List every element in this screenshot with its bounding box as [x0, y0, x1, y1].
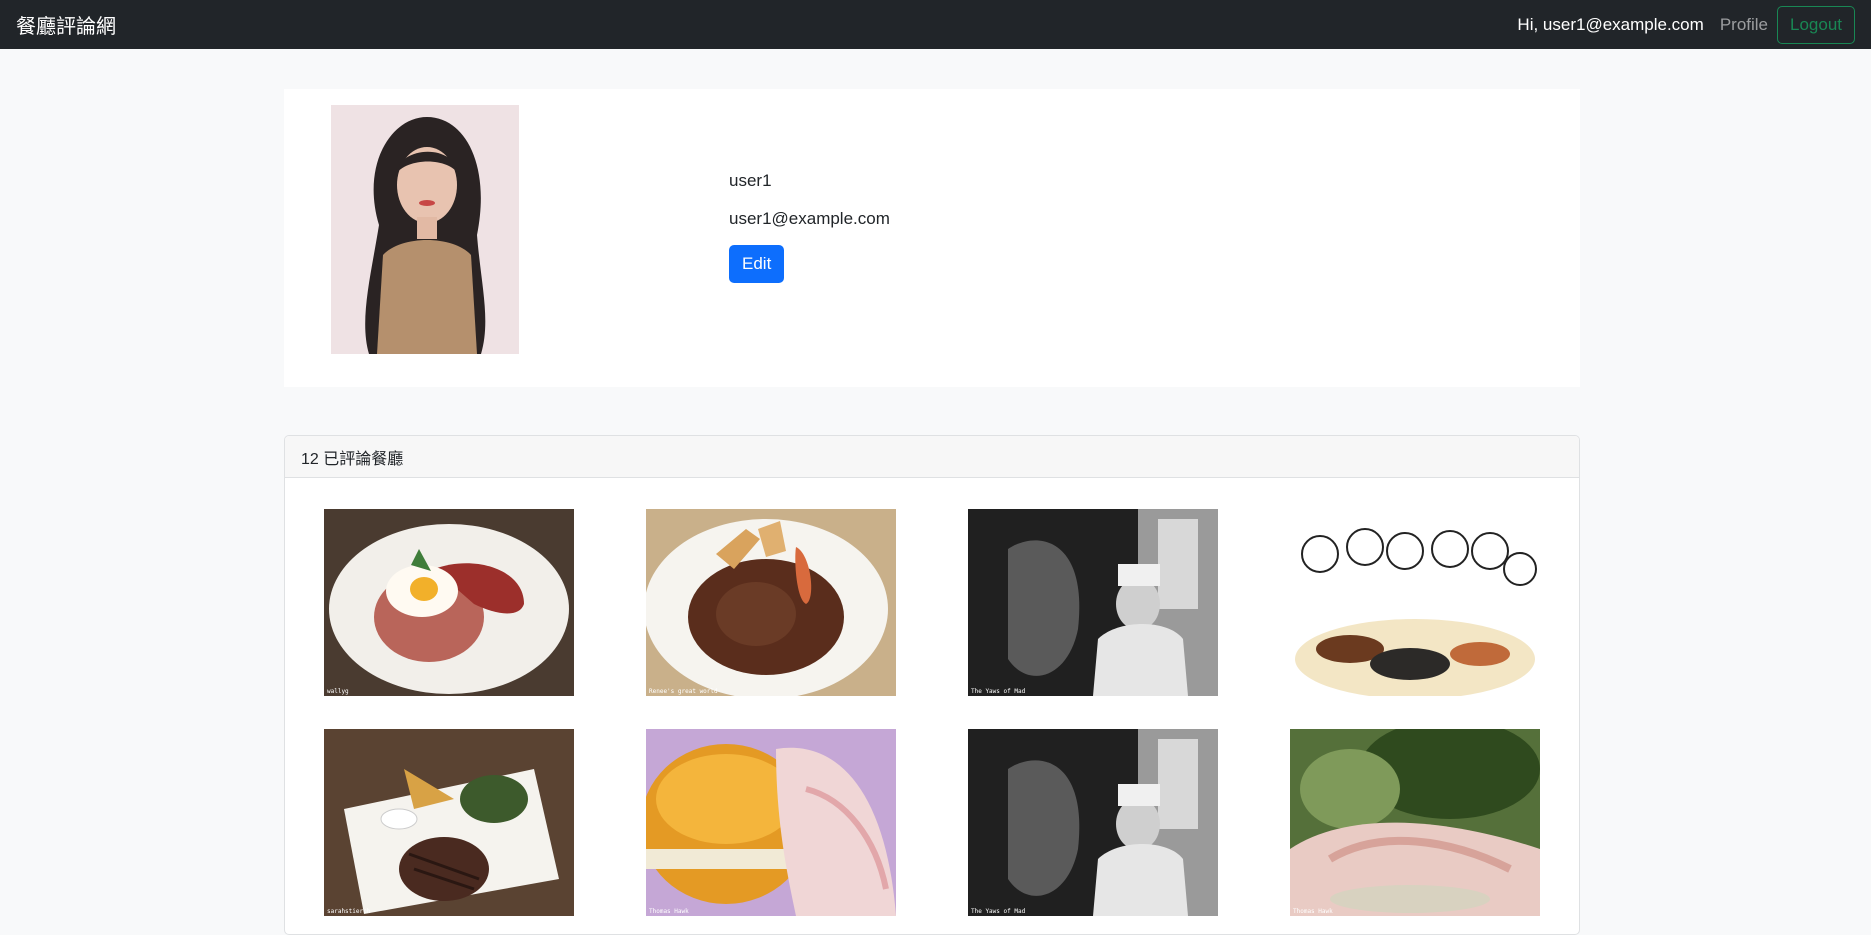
top-navbar: 餐廳評論網 Hi, user1@example.com Profile Logo…: [0, 0, 1871, 49]
profile-card: user1 user1@example.com Edit: [284, 89, 1580, 387]
restaurant-thumbnail-1[interactable]: wallyg: [324, 509, 574, 696]
thumb-caption: Thomas Hawk: [1293, 908, 1333, 915]
edit-profile-button[interactable]: Edit: [729, 245, 785, 283]
thumb-caption: The Yaws of Mad: [971, 908, 1026, 915]
profile-link[interactable]: Profile: [1720, 15, 1768, 35]
restaurant-thumbnail-8[interactable]: Thomas Hawk: [1290, 729, 1540, 916]
navbar-right: Hi, user1@example.com Profile Logout: [1517, 5, 1855, 44]
restaurant-thumbnail-7[interactable]: The Yaws of Mad: [968, 729, 1218, 916]
restaurant-thumbnail-3[interactable]: The Yaws of Mad: [968, 509, 1218, 696]
profile-email: user1@example.com: [729, 209, 890, 228]
restaurant-thumbnail-5[interactable]: sarahstierch: [324, 729, 574, 916]
user-avatar: [331, 105, 519, 354]
profile-info: user1 user1@example.com Edit: [729, 171, 890, 283]
brand-link[interactable]: 餐廳評論網: [16, 10, 116, 39]
reviewed-header: 12 已評論餐廳: [285, 436, 1579, 478]
thumb-caption: Renee's great world: [649, 688, 718, 695]
restaurant-thumbnail-4[interactable]: [1290, 509, 1540, 696]
thumb-caption: wallyg: [327, 688, 349, 695]
thumb-caption: sarahstierch: [327, 908, 371, 915]
thumb-caption: The Yaws of Mad: [971, 688, 1026, 695]
restaurant-thumbnail-6[interactable]: Thomas Hawk: [646, 729, 896, 916]
thumb-caption: Thomas Hawk: [649, 908, 689, 915]
reviewed-restaurants-card: 12 已評論餐廳 wallyg Renee's great world The …: [284, 435, 1580, 935]
restaurant-thumbnail-2[interactable]: Renee's great world: [646, 509, 896, 696]
profile-name: user1: [729, 171, 772, 190]
user-greeting: Hi, user1@example.com: [1517, 14, 1704, 34]
logout-button[interactable]: Logout: [1777, 5, 1855, 44]
